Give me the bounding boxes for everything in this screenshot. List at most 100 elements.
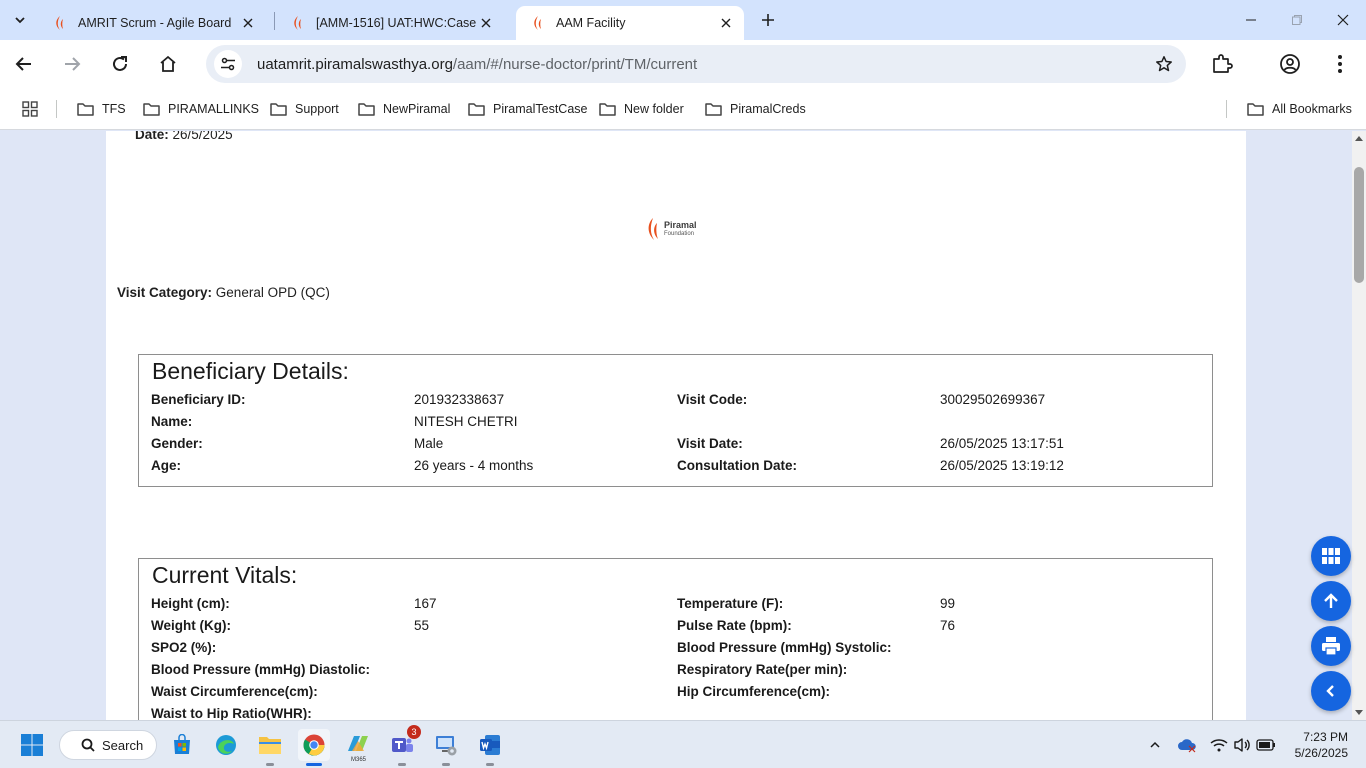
folder-icon	[358, 103, 375, 116]
clock-time: 7:23 PM	[1303, 730, 1348, 744]
folder-icon	[599, 103, 616, 116]
url-host: uatamrit.piramalswasthya.org	[257, 56, 453, 73]
chevron-left-icon	[1326, 685, 1334, 697]
site-info-button[interactable]	[214, 50, 242, 78]
bookmark-folder-new-folder[interactable]: New folder	[599, 99, 684, 119]
reload-button[interactable]	[104, 48, 136, 80]
logo-subtitle: Foundation	[664, 231, 695, 237]
arrow-left-icon	[15, 57, 31, 71]
tray-overflow-button[interactable]	[1145, 735, 1165, 755]
extensions-button[interactable]	[1209, 51, 1235, 77]
menu-button[interactable]	[1327, 51, 1353, 77]
bookmark-label: PiramalCreds	[730, 102, 806, 116]
scroll-down-arrow-icon[interactable]	[1355, 708, 1363, 716]
apps-grid-icon[interactable]	[22, 101, 38, 117]
visit-code-value: 30029502699367	[940, 392, 1046, 407]
arrow-right-icon	[65, 57, 81, 71]
home-button[interactable]	[152, 48, 184, 80]
respiratory-rate-label: Respiratory Rate(per min):	[677, 662, 848, 677]
tab-amrit-scrum[interactable]: AMRIT Scrum - Agile Board	[38, 6, 266, 40]
bookmark-star-button[interactable]	[1154, 54, 1174, 74]
scrollbar-thumb[interactable]	[1354, 167, 1364, 283]
taskbar-teams[interactable]: 3	[386, 725, 421, 766]
taskbar-word[interactable]	[474, 729, 506, 766]
url-path: /aam/#/nurse-doctor/print/TM/current	[452, 56, 698, 73]
taskbar-remote-desktop[interactable]	[430, 729, 462, 766]
restore-button[interactable]	[1274, 0, 1320, 40]
tab-aam-facility[interactable]: AAM Facility	[516, 6, 744, 40]
taskbar-chrome[interactable]	[298, 729, 330, 766]
browser-toolbar: uatamrit.piramalswasthya.org/aam/#/nurse…	[0, 40, 1366, 88]
tab-search-button[interactable]	[8, 8, 32, 32]
taskbar-edge[interactable]	[210, 729, 242, 761]
bookmark-folder-piramalcreds[interactable]: PiramalCreds	[705, 99, 806, 119]
running-indicator	[486, 763, 494, 766]
close-window-button[interactable]	[1320, 0, 1366, 40]
date-value: 26/5/2025	[172, 131, 233, 142]
name-label: Name:	[151, 414, 193, 429]
piramal-favicon-icon	[294, 16, 301, 30]
clock-date: 5/26/2025	[1294, 746, 1348, 760]
battery-icon	[1256, 739, 1275, 751]
print-document: Date: 26/5/2025 Piramal Foundation Visit…	[106, 131, 1246, 720]
onedrive-cloud-icon	[1178, 739, 1196, 753]
taskbar-search-label: Search	[102, 737, 144, 753]
running-indicator	[266, 763, 274, 766]
tray-onedrive[interactable]	[1177, 735, 1197, 755]
age-value: 26 years - 4 months	[414, 458, 534, 473]
address-bar[interactable]: uatamrit.piramalswasthya.org/aam/#/nurse…	[206, 45, 1186, 83]
date-label: Date:	[135, 131, 169, 142]
piramal-flame-icon	[648, 218, 658, 240]
restore-icon	[1292, 15, 1302, 25]
beneficiary-details-panel: Beneficiary Details: Beneficiary ID: 201…	[138, 354, 1213, 487]
minimize-button[interactable]	[1228, 0, 1274, 40]
profile-button[interactable]	[1277, 51, 1303, 77]
visit-date-label: Visit Date:	[677, 436, 743, 451]
start-button[interactable]	[16, 729, 48, 761]
dashboard-fab-button[interactable]	[1311, 536, 1351, 576]
new-tab-button[interactable]	[756, 8, 780, 32]
folder-icon	[1247, 103, 1264, 116]
beneficiary-details-heading: Beneficiary Details:	[152, 358, 349, 384]
tab-close-icon[interactable]	[478, 15, 494, 31]
forward-button[interactable]	[56, 48, 88, 80]
page-scrollbar[interactable]	[1352, 131, 1366, 720]
back-button[interactable]	[8, 48, 40, 80]
taskbar-clock[interactable]: 7:23 PM 5/26/2025	[1290, 729, 1348, 761]
height-label: Height (cm):	[151, 596, 230, 611]
taskbar-file-explorer[interactable]	[254, 729, 286, 766]
tray-battery[interactable]	[1256, 735, 1276, 755]
bookmark-folder-piramallinks[interactable]: PIRAMALLINKS	[143, 99, 259, 119]
tray-network[interactable]	[1209, 735, 1229, 755]
pulse-rate-value: 76	[940, 618, 956, 633]
temperature-label: Temperature (F):	[677, 596, 784, 611]
visit-category-value: General OPD (QC)	[215, 285, 330, 300]
bookmark-folder-support[interactable]: Support	[270, 99, 339, 119]
taskbar-m365[interactable]: M365	[342, 729, 374, 763]
scroll-top-fab-button[interactable]	[1311, 581, 1351, 621]
folder-icon	[259, 737, 281, 754]
taskbar-store[interactable]	[166, 729, 198, 761]
bookmark-label: PiramalTestCase	[493, 102, 588, 116]
all-bookmarks-button[interactable]: All Bookmarks	[1247, 99, 1352, 119]
bookmark-folder-piramaltestcase[interactable]: PiramalTestCase	[468, 99, 587, 119]
print-fab-button[interactable]	[1311, 626, 1351, 666]
scroll-up-arrow-icon[interactable]	[1355, 135, 1363, 143]
m365-copilot-icon	[348, 736, 368, 751]
folder-icon	[77, 103, 94, 116]
collapse-fab-button[interactable]	[1311, 671, 1351, 711]
teams-notification-badge: 3	[407, 725, 421, 739]
url-text: uatamrit.piramalswasthya.org/aam/#/nurse…	[257, 56, 697, 73]
bookmarks-bar: TFS PIRAMALLINKS Support NewPiramal Pira…	[0, 88, 1366, 130]
windows-logo-icon	[21, 734, 43, 756]
bookmark-folder-newpiramal[interactable]: NewPiramal	[358, 99, 450, 119]
bookmark-folder-tfs[interactable]: TFS	[77, 99, 126, 119]
visit-date-value: 26/05/2025 13:17:51	[940, 436, 1064, 451]
tab-close-icon[interactable]	[240, 15, 256, 31]
tab-amm-1516[interactable]: [AMM-1516] UAT:HWC:Case	[276, 6, 504, 40]
chrome-icon	[303, 734, 325, 756]
tray-volume[interactable]	[1232, 735, 1252, 755]
spo2-label: SPO2 (%):	[151, 640, 217, 655]
taskbar-search[interactable]: Search	[59, 730, 157, 760]
tab-close-icon[interactable]	[718, 15, 734, 31]
